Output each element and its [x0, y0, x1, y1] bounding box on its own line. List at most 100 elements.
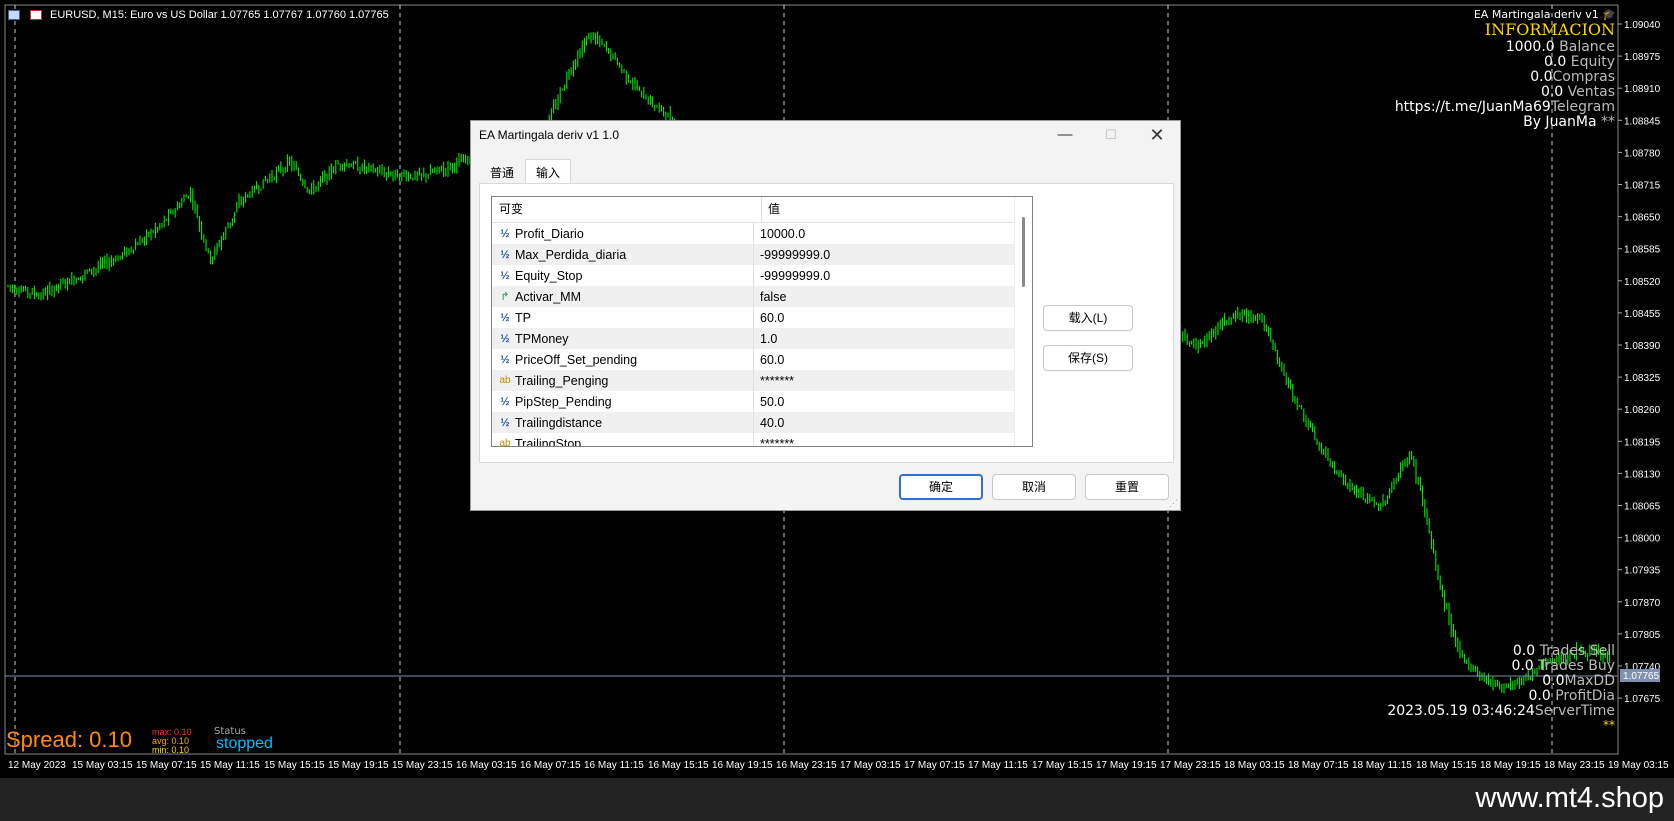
y-tick-label: 1.08845	[1624, 116, 1661, 127]
number-type-icon: ½	[500, 332, 510, 345]
footer-bar	[0, 778, 1674, 821]
input-value-cell[interactable]: *******	[754, 370, 794, 391]
x-tick-label: 15 May 07:15	[136, 760, 197, 771]
input-value[interactable]: 60.0	[760, 311, 784, 325]
stats-stars: **	[1603, 718, 1615, 732]
input-row[interactable]: ½ TP 60.0	[492, 307, 1032, 328]
y-tick-label: 1.08000	[1624, 534, 1661, 545]
column-value[interactable]: 值	[762, 197, 780, 222]
x-tick-label: 19 May 03:15	[1608, 760, 1669, 771]
number-type-icon: ½	[500, 248, 510, 261]
x-tick-label: 16 May 19:15	[712, 760, 773, 771]
x-tick-label: 18 May 15:15	[1416, 760, 1477, 771]
x-tick-label: 15 May 03:15	[72, 760, 133, 771]
tab-inputs[interactable]: 输入	[525, 159, 572, 186]
input-value[interactable]: -99999999.0	[760, 269, 830, 283]
brand-watermark: www.mt4.shop	[1475, 782, 1664, 814]
number-type-icon: ½	[500, 311, 510, 324]
number-type-icon: ½	[500, 269, 510, 282]
x-tick-label: 17 May 11:15	[968, 760, 1028, 771]
y-tick-label: 1.08065	[1624, 502, 1661, 513]
compras-line: 0.0Compras	[1530, 69, 1615, 85]
column-variable[interactable]: 可变	[492, 197, 762, 222]
author-line: By JuanMa **	[1523, 114, 1615, 130]
input-value[interactable]: false	[760, 290, 786, 304]
string-type-icon: ab	[499, 438, 511, 447]
input-value[interactable]: *******	[760, 374, 794, 388]
x-tick-label: 17 May 15:15	[1032, 760, 1093, 771]
y-tick-label: 1.08260	[1624, 405, 1661, 416]
x-tick-label: 18 May 23:15	[1544, 760, 1605, 771]
y-tick-label: 1.08455	[1624, 309, 1661, 320]
input-name-cell: ↱ Activar_MM	[492, 286, 754, 307]
input-row[interactable]: ½ PriceOff_Set_pending 60.0	[492, 349, 1032, 370]
input-row[interactable]: ↱ Activar_MM false	[492, 286, 1032, 307]
load-button[interactable]: 载入(L)	[1043, 305, 1133, 331]
string-type-icon: ab	[499, 375, 511, 386]
tab-common[interactable]: 普通	[479, 159, 525, 186]
input-row[interactable]: ½ PipStep_Pending 50.0	[492, 391, 1032, 412]
one-click-trading-icon[interactable]	[30, 10, 42, 20]
dialog-title: EA Martingala deriv v1 1.0	[479, 128, 620, 142]
cancel-button[interactable]: 取消	[992, 474, 1076, 500]
input-value-cell[interactable]: false	[754, 286, 786, 307]
input-row[interactable]: ½ Equity_Stop -99999999.0	[492, 265, 1032, 286]
input-value-cell[interactable]: -99999999.0	[754, 265, 830, 286]
boolean-type-icon: ↱	[500, 291, 510, 303]
y-tick-label: 1.08715	[1624, 181, 1661, 192]
input-value[interactable]: 10000.0	[760, 227, 805, 241]
input-value[interactable]: 60.0	[760, 353, 784, 367]
input-value[interactable]: *******	[760, 437, 794, 447]
input-value-cell[interactable]: 60.0	[754, 349, 784, 370]
input-row[interactable]: ½ Max_Perdida_diaria -99999999.0	[492, 244, 1032, 265]
input-value-cell[interactable]: -99999999.0	[754, 244, 830, 265]
ea-properties-dialog: EA Martingala deriv v1 1.0 — ☐ ✕ 普通 输入 可变…	[470, 120, 1181, 511]
x-tick-label: 17 May 23:15	[1160, 760, 1221, 771]
input-value-cell[interactable]: 60.0	[754, 307, 784, 328]
ventas-line: 0.0 Ventas	[1540, 84, 1615, 100]
x-tick-label: 17 May 07:15	[904, 760, 965, 771]
resize-grip-icon[interactable]: ⋰	[1169, 498, 1178, 509]
x-tick-label: 18 May 11:15	[1352, 760, 1412, 771]
input-row[interactable]: ab Trailing_Penging *******	[492, 370, 1032, 391]
input-row[interactable]: ab TrailingStop *******	[492, 433, 1032, 447]
save-button[interactable]: 保存(S)	[1043, 345, 1133, 371]
grid-header: 可变 值	[492, 197, 1032, 223]
input-value[interactable]: 40.0	[760, 416, 784, 430]
scrollbar-thumb[interactable]	[1022, 217, 1025, 287]
input-name: Trailing_Penging	[515, 373, 609, 388]
x-tick-label: 12 May 2023	[8, 760, 66, 771]
input-value-cell[interactable]: *******	[754, 433, 794, 447]
balance-line: 1000.0 Balance	[1505, 39, 1615, 55]
y-tick-label: 1.08130	[1624, 469, 1661, 480]
input-name: Activar_MM	[515, 289, 581, 304]
y-tick-label: 1.08390	[1624, 341, 1661, 352]
x-tick-label: 16 May 15:15	[648, 760, 709, 771]
reset-button[interactable]: 重置	[1085, 474, 1169, 500]
close-icon[interactable]: ✕	[1134, 121, 1180, 149]
grid-scrollbar[interactable]	[1014, 197, 1032, 446]
input-row[interactable]: ½ Trailingdistance 40.0	[492, 412, 1032, 433]
symbol-info: EURUSD, M15: Euro vs US Dollar 1.07765 1…	[50, 9, 389, 21]
input-name-cell: ab Trailing_Penging	[492, 370, 754, 391]
minimize-icon[interactable]: —	[1042, 121, 1088, 149]
x-tick-label: 15 May 23:15	[392, 760, 453, 771]
input-value-cell[interactable]: 10000.0	[754, 223, 805, 244]
x-tick-label: 16 May 23:15	[776, 760, 837, 771]
input-value[interactable]: -99999999.0	[760, 248, 830, 262]
input-value[interactable]: 50.0	[760, 395, 784, 409]
input-name-cell: ½ TPMoney	[492, 328, 754, 349]
input-value-cell[interactable]: 50.0	[754, 391, 784, 412]
y-tick-label: 1.08195	[1624, 437, 1661, 448]
input-value[interactable]: 1.0	[760, 332, 777, 346]
inputs-rows: ½ Profit_Diario 10000.0 ½ Max_Perdida_diaria…	[492, 223, 1032, 447]
chart-menu-icon[interactable]	[8, 10, 20, 20]
x-tick-label: 17 May 19:15	[1096, 760, 1157, 771]
input-row[interactable]: ½ Profit_Diario 10000.0	[492, 223, 1032, 244]
ok-button[interactable]: 确定	[899, 474, 983, 500]
number-type-icon: ½	[500, 395, 510, 408]
y-tick-label: 1.07935	[1624, 566, 1661, 577]
input-value-cell[interactable]: 1.0	[754, 328, 777, 349]
input-row[interactable]: ½ TPMoney 1.0	[492, 328, 1032, 349]
input-value-cell[interactable]: 40.0	[754, 412, 784, 433]
